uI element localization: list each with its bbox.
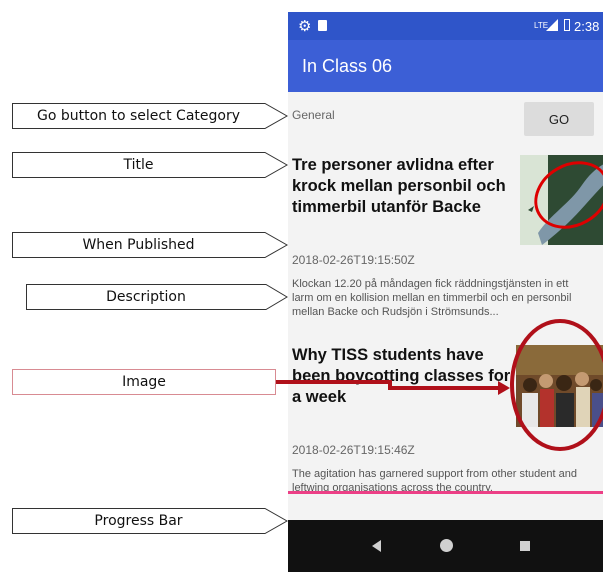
callout-title: Title bbox=[12, 152, 289, 178]
callout-when-published-label: When Published bbox=[82, 237, 195, 253]
article-desc-line: mellan Backe och Rudsjön i Strömsunds... bbox=[292, 306, 499, 318]
article-desc-line: The agitation has garnered support from … bbox=[292, 468, 577, 480]
callout-description-label: Description bbox=[106, 289, 186, 305]
app-bar: In Class 06 bbox=[288, 40, 603, 92]
status-time: 2:38 bbox=[574, 19, 600, 34]
callout-title-label: Title bbox=[123, 157, 154, 173]
list-item[interactable]: Why TISS students have been boycotting c… bbox=[288, 345, 603, 494]
phone-screen: ⚙ LTE 2:38 In Class 06 General GO Tre pe… bbox=[288, 12, 603, 572]
home-icon[interactable] bbox=[440, 539, 453, 552]
article-thumbnail-photo bbox=[516, 345, 603, 427]
sim-card-icon bbox=[318, 20, 327, 31]
callout-go-button-label: Go button to select Category bbox=[37, 108, 240, 124]
article-title: Why TISS students have been boycotting c… bbox=[292, 346, 511, 406]
navigation-bar bbox=[288, 520, 603, 572]
category-select[interactable]: General bbox=[292, 108, 335, 122]
callout-progress-bar: Progress Bar bbox=[12, 508, 289, 534]
article-desc-line: larm om en kollision mellan en timmerbil… bbox=[292, 292, 572, 304]
list-item[interactable]: Tre personer avlidna efter krock mellan … bbox=[288, 155, 603, 335]
crowd-photo-icon bbox=[516, 345, 603, 427]
callout-image: Image bbox=[12, 369, 276, 395]
go-button[interactable]: GO bbox=[524, 102, 594, 136]
progress-bar bbox=[288, 491, 603, 494]
status-bar: ⚙ LTE 2:38 bbox=[288, 12, 603, 40]
battery-icon bbox=[564, 19, 570, 31]
article-title: Tre personer avlidna efter krock mellan … bbox=[292, 156, 506, 216]
article-desc-line: Klockan 12.20 på måndagen fick räddnings… bbox=[292, 278, 569, 290]
article-date: 2018-02-26T19:15:46Z bbox=[292, 443, 415, 457]
article-date: 2018-02-26T19:15:50Z bbox=[292, 253, 415, 267]
signal-icon bbox=[546, 19, 558, 31]
callout-image-label: Image bbox=[122, 374, 166, 390]
recent-apps-icon[interactable] bbox=[520, 541, 530, 551]
callout-when-published: When Published bbox=[12, 232, 289, 258]
map-image-icon bbox=[520, 155, 603, 245]
back-icon[interactable] bbox=[372, 540, 381, 552]
callout-go-button: Go button to select Category bbox=[12, 103, 289, 129]
settings-gear-icon: ⚙ bbox=[298, 18, 312, 35]
article-thumbnail-map bbox=[520, 155, 603, 245]
callout-progress-bar-label: Progress Bar bbox=[94, 513, 183, 529]
app-title: In Class 06 bbox=[302, 56, 393, 76]
callout-description: Description bbox=[26, 284, 288, 310]
